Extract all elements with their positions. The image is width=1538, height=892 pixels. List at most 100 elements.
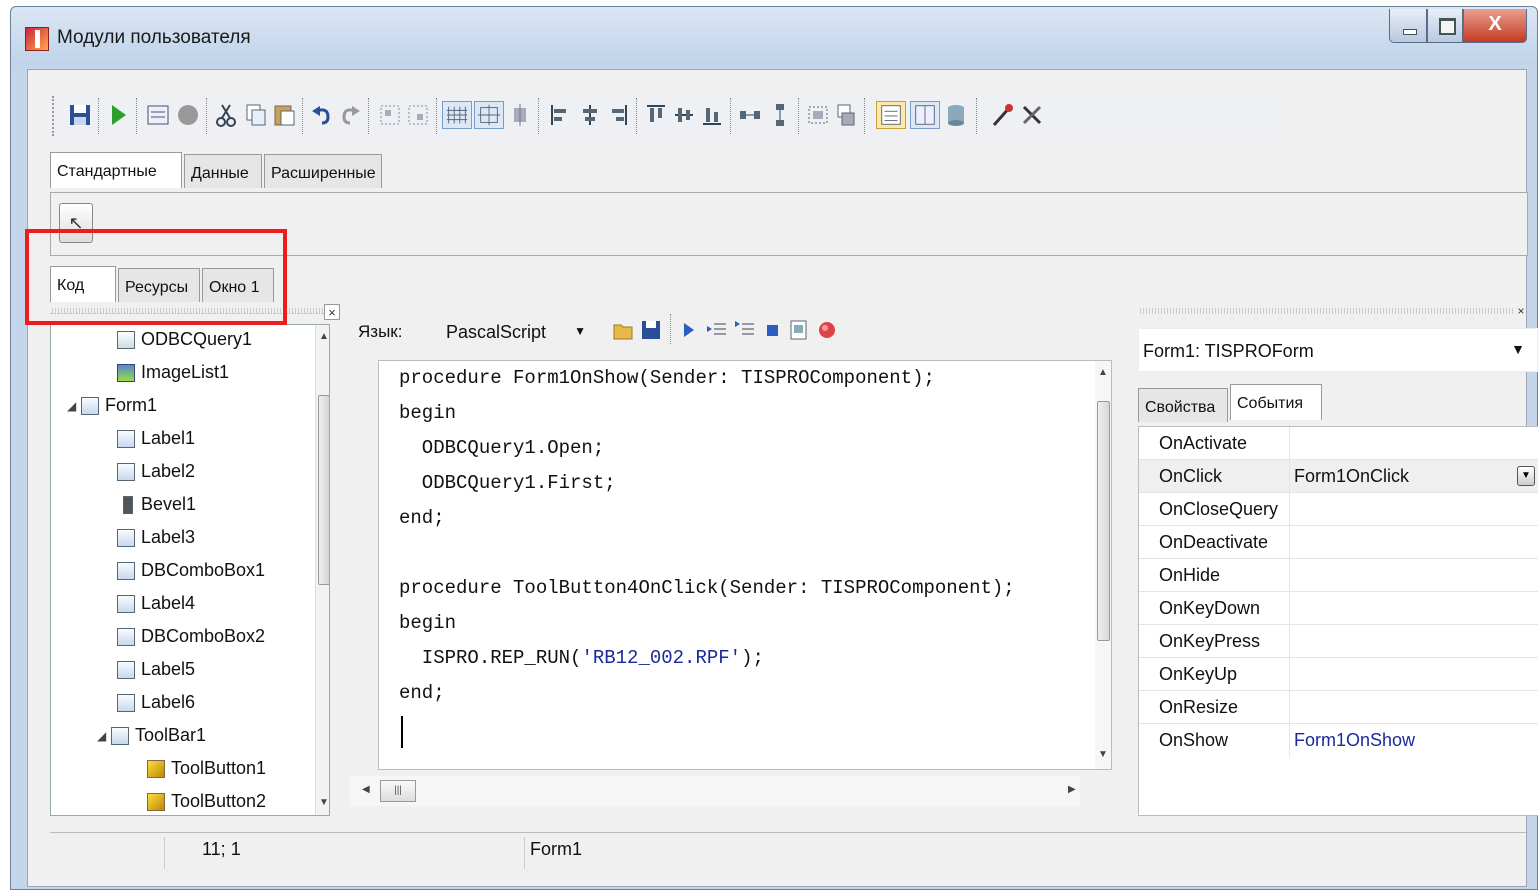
- tab-properties[interactable]: Свойства: [1138, 388, 1228, 422]
- event-row[interactable]: OnCloseQuery: [1139, 493, 1538, 526]
- close-button[interactable]: X: [1463, 9, 1527, 43]
- language-select[interactable]: PascalScript ▼: [442, 316, 592, 348]
- scroll-down-icon[interactable]: ▼: [1098, 749, 1108, 760]
- open-folder-icon[interactable]: [612, 318, 634, 342]
- splitter-right[interactable]: [1120, 304, 1130, 824]
- scroll-left-icon[interactable]: ◀: [362, 784, 370, 795]
- tab-events[interactable]: События: [1230, 384, 1322, 420]
- tree-item[interactable]: Label2: [117, 455, 195, 488]
- tree-item[interactable]: Label1: [117, 422, 195, 455]
- align-middle-icon[interactable]: [672, 101, 696, 129]
- tab-extended[interactable]: Расширенные: [264, 154, 382, 188]
- event-value[interactable]: Form1OnShow: [1294, 730, 1415, 751]
- settings-icon[interactable]: [1020, 101, 1044, 129]
- step-into-icon[interactable]: [706, 318, 728, 342]
- undo-icon[interactable]: [310, 101, 334, 129]
- copy-icon[interactable]: [244, 101, 268, 129]
- scroll-down-icon[interactable]: ▼: [319, 797, 329, 808]
- breakpoint-icon[interactable]: [816, 318, 838, 342]
- tree-item[interactable]: Label5: [117, 653, 195, 686]
- maximize-button[interactable]: [1427, 9, 1463, 43]
- expand-arrow-icon[interactable]: ◢: [97, 729, 111, 743]
- scroll-up-icon[interactable]: ▲: [319, 331, 329, 342]
- align-right-icon[interactable]: [606, 101, 630, 129]
- event-row[interactable]: OnResize: [1139, 691, 1538, 724]
- tree-item[interactable]: DBComboBox1: [117, 554, 265, 587]
- toolbar-grip[interactable]: [52, 96, 56, 136]
- tree-item[interactable]: Bevel1: [117, 488, 196, 521]
- tree-item[interactable]: Label6: [117, 686, 195, 719]
- stop-icon[interactable]: [762, 318, 784, 342]
- bevel-icon: [123, 495, 133, 514]
- form-icon[interactable]: [146, 101, 170, 129]
- inspector-icon[interactable]: [876, 101, 906, 129]
- ungroup-icon[interactable]: [406, 101, 430, 129]
- align-center-icon[interactable]: [578, 101, 602, 129]
- event-row[interactable]: OnShow Form1OnShow: [1139, 724, 1538, 757]
- tree-item[interactable]: ◢ Form1: [67, 389, 157, 422]
- space-horizontal-icon[interactable]: [738, 101, 762, 129]
- minimize-button[interactable]: [1389, 9, 1427, 43]
- size-icon[interactable]: [806, 101, 830, 129]
- tree-item[interactable]: Label4: [117, 587, 195, 620]
- tree-item[interactable]: ToolButton2: [147, 785, 267, 815]
- stop-icon[interactable]: [176, 101, 200, 129]
- scroll-right-icon[interactable]: ▶: [1068, 784, 1076, 795]
- align-grid-icon[interactable]: [474, 101, 504, 129]
- code-editor[interactable]: procedure Form1OnShow(Sender: TISPROComp…: [378, 360, 1112, 770]
- order-icon[interactable]: [834, 101, 858, 129]
- step-over-icon[interactable]: [734, 318, 756, 342]
- tree-item[interactable]: ToolButton1: [147, 752, 266, 785]
- run-icon[interactable]: [678, 318, 700, 342]
- event-row[interactable]: OnKeyDown: [1139, 592, 1538, 625]
- align-left-icon[interactable]: [548, 101, 572, 129]
- splitter-left[interactable]: [333, 304, 341, 824]
- tree-item-label: ToolButton2: [171, 791, 267, 811]
- editor-hscroll-thumb[interactable]: |||: [380, 780, 416, 802]
- tree-item[interactable]: Label3: [117, 521, 195, 554]
- tree-scrollbar[interactable]: ▲ ▼: [315, 325, 329, 815]
- save-icon[interactable]: [640, 318, 662, 342]
- tree-icon[interactable]: [910, 101, 940, 129]
- tree-item[interactable]: DBComboBox2: [117, 620, 265, 653]
- tree-item[interactable]: ImageList1: [117, 356, 229, 389]
- title-bar[interactable]: Модули пользователя X: [11, 7, 1537, 65]
- event-row[interactable]: OnKeyUp: [1139, 658, 1538, 691]
- tree-item[interactable]: ODBCQuery1: [117, 325, 252, 356]
- save-icon[interactable]: [68, 101, 92, 129]
- dropdown-button[interactable]: ▼: [1517, 466, 1535, 486]
- tools-icon[interactable]: [990, 101, 1014, 129]
- event-row[interactable]: OnDeactivate: [1139, 526, 1538, 559]
- cut-icon[interactable]: [214, 101, 238, 129]
- tab-data[interactable]: Данные: [184, 154, 262, 188]
- evaluate-icon[interactable]: [788, 318, 810, 342]
- panel-grip[interactable]: [1138, 308, 1514, 314]
- close-panel-icon[interactable]: ×: [1514, 304, 1528, 320]
- group-icon[interactable]: [378, 101, 402, 129]
- editor-vertical-scrollbar[interactable]: ▲ ▼: [1095, 361, 1111, 769]
- database-icon[interactable]: [944, 101, 968, 129]
- scroll-up-icon[interactable]: ▲: [1098, 367, 1108, 378]
- tab-standard[interactable]: Стандартные: [50, 152, 182, 188]
- tree-scroll-thumb[interactable]: [318, 395, 329, 585]
- space-vertical-icon[interactable]: [768, 101, 792, 129]
- combobox-icon: [117, 627, 135, 646]
- window-title: Модули пользователя: [57, 27, 251, 48]
- paste-icon[interactable]: [272, 101, 296, 129]
- editor-scroll-thumb[interactable]: [1097, 401, 1110, 641]
- align-bottom-icon[interactable]: [700, 101, 724, 129]
- event-row-selected[interactable]: OnClick Form1OnClick ▼: [1139, 460, 1538, 493]
- snap-icon[interactable]: [508, 101, 532, 129]
- event-value[interactable]: Form1OnClick: [1294, 466, 1409, 487]
- event-row[interactable]: OnHide: [1139, 559, 1538, 592]
- expand-arrow-icon[interactable]: ◢: [67, 399, 81, 413]
- align-top-icon[interactable]: [644, 101, 668, 129]
- grid-icon[interactable]: [442, 101, 472, 129]
- component-select[interactable]: Form1: TISPROForm ▼: [1138, 328, 1538, 372]
- run-icon[interactable]: [106, 101, 130, 129]
- editor-horizontal-scrollbar[interactable]: ◀ ||| ▶: [350, 776, 1080, 806]
- redo-icon[interactable]: [338, 101, 362, 129]
- event-row[interactable]: OnActivate: [1139, 427, 1538, 460]
- event-row[interactable]: OnKeyPress: [1139, 625, 1538, 658]
- tree-item[interactable]: ◢ ToolBar1: [97, 719, 206, 752]
